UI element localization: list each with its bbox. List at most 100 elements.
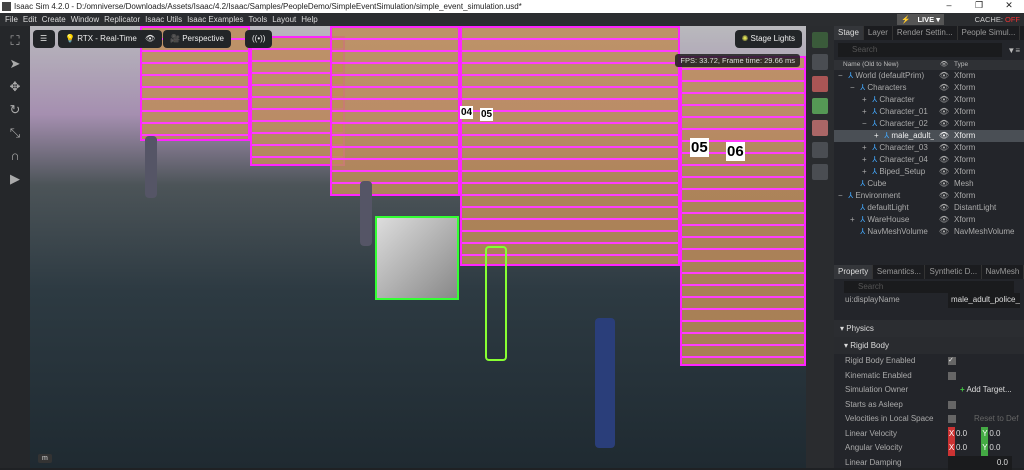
scale-icon[interactable]: ⤡ xyxy=(7,125,23,141)
velocities-local-checkbox[interactable] xyxy=(948,415,956,423)
starts-asleep-checkbox[interactable] xyxy=(948,401,956,409)
expand-toggle-icon[interactable]: + xyxy=(862,106,870,118)
expand-toggle-icon[interactable]: − xyxy=(838,190,846,202)
tab-layer[interactable]: Layer xyxy=(864,26,893,40)
kinematic-enabled-checkbox[interactable] xyxy=(948,372,956,380)
stage-tree-row[interactable]: − ⅄ Characters👁Xform xyxy=(834,82,1024,94)
visibility-toggle-icon[interactable]: 👁 xyxy=(934,202,954,214)
angular-velocity-y[interactable]: 0.0 xyxy=(989,443,1000,452)
menu-help[interactable]: Help xyxy=(301,15,317,24)
audio-button[interactable]: ((•)) xyxy=(245,30,272,48)
physics-section[interactable]: ▾ Physics xyxy=(834,320,1024,337)
stage-lights-button[interactable]: ✺ Stage Lights xyxy=(735,30,802,48)
cache-status[interactable]: CACHE: OFF xyxy=(970,14,1020,25)
expand-toggle-icon[interactable]: − xyxy=(862,118,870,130)
cube-orange-icon[interactable] xyxy=(812,76,828,92)
stage-tree-row[interactable]: − ⅄ Character_02👁Xform xyxy=(834,118,1024,130)
angular-velocity-x[interactable]: 0.0 xyxy=(956,443,967,452)
linear-velocity-y[interactable]: 0.0 xyxy=(989,429,1000,438)
rigid-body-enabled-checkbox[interactable]: ✓ xyxy=(948,357,956,365)
stage-tree-row[interactable]: + ⅄ Character_01👁Xform xyxy=(834,106,1024,118)
stage-tree-row[interactable]: ⅄ NavMeshVolume👁NavMeshVolume xyxy=(834,226,1024,238)
sliders-icon[interactable] xyxy=(812,164,828,180)
visibility-toggle-icon[interactable]: 👁 xyxy=(934,178,954,190)
character[interactable] xyxy=(360,181,372,246)
menu-replicator[interactable]: Replicator xyxy=(104,15,140,24)
col-name[interactable]: Name (Old to New) xyxy=(834,60,934,70)
menu-create[interactable]: Create xyxy=(42,15,66,24)
menu-file[interactable]: File xyxy=(5,15,18,24)
stage-tree-row[interactable]: + ⅄ Character👁Xform xyxy=(834,94,1024,106)
stage-tree-row[interactable]: − ⅄ Environment👁Xform xyxy=(834,190,1024,202)
visibility-toggle-icon[interactable]: 👁 xyxy=(934,94,954,106)
figure-icon[interactable] xyxy=(812,142,828,158)
visibility-toggle-icon[interactable]: 👁 xyxy=(934,106,954,118)
property-search-input[interactable]: Search xyxy=(844,281,1014,293)
visibility-toggle-icon[interactable]: 👁 xyxy=(934,82,954,94)
visibility-toggle-icon[interactable]: 👁 xyxy=(934,154,954,166)
character[interactable] xyxy=(595,318,615,448)
play-icon[interactable]: ▶ xyxy=(7,171,23,187)
stage-tree-row[interactable]: − ⅄ World (defaultPrim)👁Xform xyxy=(834,70,1024,82)
visibility-toggle-icon[interactable]: 👁 xyxy=(934,226,954,238)
linear-velocity-x[interactable]: 0.0 xyxy=(956,429,967,438)
tab-navmesh[interactable]: NavMesh xyxy=(982,265,1024,279)
frame-select-icon[interactable]: ⛶ xyxy=(7,33,23,49)
stage-tree-row[interactable]: + ⅄ Biped_Setup👁Xform xyxy=(834,166,1024,178)
menu-tools[interactable]: Tools xyxy=(249,15,268,24)
display-name-field[interactable]: male_adult_police_ xyxy=(948,293,1020,308)
add-target-button[interactable]: + Add Target... xyxy=(960,383,1012,398)
camera-button[interactable]: 🎥 Perspective xyxy=(163,30,231,48)
expand-toggle-icon[interactable]: + xyxy=(862,94,870,106)
expand-toggle-icon[interactable]: + xyxy=(850,214,858,226)
stage-tree-row[interactable]: + ⅄ Character_03👁Xform xyxy=(834,142,1024,154)
tab-synthetic-data[interactable]: Synthetic D... xyxy=(925,265,981,279)
rotate-icon[interactable]: ↻ xyxy=(7,102,23,118)
menu-edit[interactable]: Edit xyxy=(23,15,37,24)
viewport-settings-button[interactable]: ☰ xyxy=(33,30,55,48)
menu-layout[interactable]: Layout xyxy=(272,15,296,24)
gear-icon[interactable] xyxy=(812,120,828,136)
menu-isaac-examples[interactable]: Isaac Examples xyxy=(187,15,243,24)
cube-green-icon[interactable] xyxy=(812,98,828,114)
tab-property[interactable]: Property xyxy=(834,265,873,279)
filter-icon[interactable]: ▼≡ xyxy=(1007,46,1020,55)
tab-render-settings[interactable]: Render Settin... xyxy=(893,26,958,40)
expand-toggle-icon[interactable]: + xyxy=(862,142,870,154)
expand-toggle-icon[interactable]: − xyxy=(850,82,858,94)
close-button[interactable]: ✕ xyxy=(994,0,1024,11)
visibility-toggle-icon[interactable]: 👁 xyxy=(934,166,954,178)
visibility-button[interactable]: 👁 xyxy=(138,30,162,48)
select-arrow-icon[interactable]: ➤ xyxy=(7,56,23,72)
visibility-toggle-icon[interactable]: 👁 xyxy=(934,142,954,154)
visibility-toggle-icon[interactable]: 👁 xyxy=(934,118,954,130)
expand-toggle-icon[interactable]: + xyxy=(874,130,882,142)
stage-tree-row[interactable]: + ⅄ male_adult_👁Xform xyxy=(834,130,1024,142)
expand-toggle-icon[interactable]: − xyxy=(838,70,846,82)
tab-stage[interactable]: Stage xyxy=(834,26,864,40)
visibility-toggle-icon[interactable]: 👁 xyxy=(934,190,954,202)
viewport[interactable]: 04 05 05 06 ☰ 💡 RTX - Real-Time 👁 🎥 Pers… xyxy=(30,26,806,468)
cube-icon[interactable] xyxy=(812,54,828,70)
visibility-toggle-icon[interactable]: 👁 xyxy=(934,130,954,142)
stage-tree-row[interactable]: ⅄ defaultLight👁DistantLight xyxy=(834,202,1024,214)
restore-button[interactable]: ❐ xyxy=(964,0,994,11)
renderer-button[interactable]: 💡 RTX - Real-Time xyxy=(58,30,144,48)
minimize-button[interactable]: – xyxy=(934,0,964,11)
visibility-toggle-icon[interactable]: 👁 xyxy=(934,70,954,82)
frame-icon[interactable] xyxy=(812,32,828,48)
rigid-body-section[interactable]: ▾ Rigid Body xyxy=(834,337,1024,354)
move-icon[interactable]: ✥ xyxy=(7,79,23,95)
menu-isaac-utils[interactable]: Isaac Utils xyxy=(145,15,182,24)
reset-button[interactable]: Reset to Def xyxy=(974,412,1018,427)
snap-icon[interactable]: ∩ xyxy=(7,148,23,164)
tab-semantics[interactable]: Semantics... xyxy=(873,265,926,279)
expand-toggle-icon[interactable]: + xyxy=(862,166,870,178)
tab-people-simulation[interactable]: People Simul... xyxy=(958,26,1021,40)
stage-tree-row[interactable]: ⅄ Cube👁Mesh xyxy=(834,178,1024,190)
expand-toggle-icon[interactable]: + xyxy=(862,154,870,166)
stage-tree-row[interactable]: + ⅄ WareHouse👁Xform xyxy=(834,214,1024,226)
stage-search-input[interactable]: Search xyxy=(838,43,1002,57)
live-button[interactable]: ⚡ LIVE ▾ xyxy=(897,14,944,25)
stage-tree-row[interactable]: + ⅄ Character_04👁Xform xyxy=(834,154,1024,166)
